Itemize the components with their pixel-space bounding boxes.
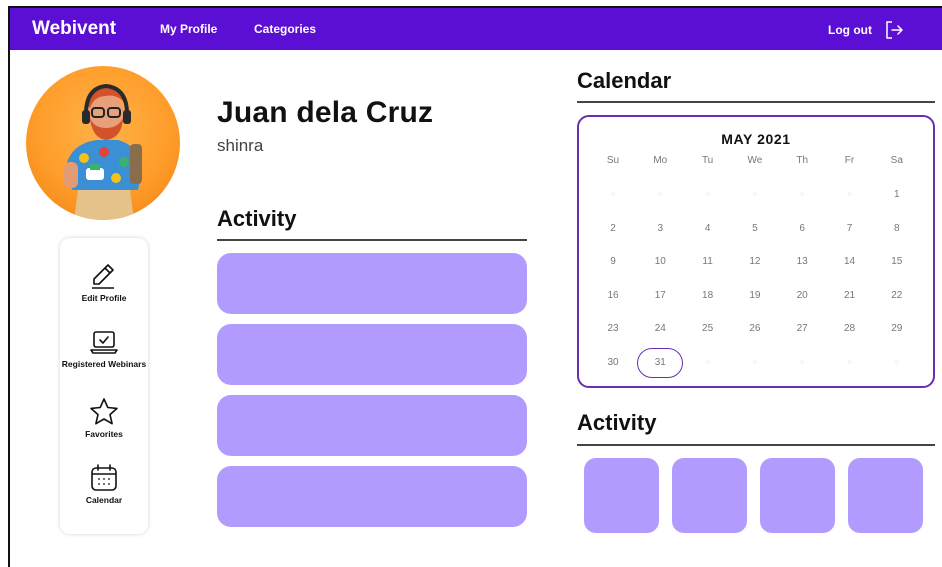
weekday-label: Tu — [701, 155, 714, 166]
calendar-day[interactable]: 14 — [830, 256, 870, 267]
calendar-empty-day: ○ — [752, 358, 757, 366]
sidebar-item-calendar[interactable]: Calendar — [60, 462, 148, 505]
calendar-widget: MAY 2021 Su Mo Tu We Th Fr Sa ○ ○ ○ ○ ○ ○ 1 2 3 4 5 6 7 8 9 10… — [577, 115, 935, 388]
calendar-day[interactable]: 30 — [593, 357, 633, 368]
weekday-label: Th — [796, 155, 809, 166]
calendar-day[interactable]: 22 — [877, 290, 917, 301]
calendar-day[interactable]: 23 — [593, 323, 633, 334]
activity-right-divider — [577, 444, 935, 446]
weekday-label: Sa — [890, 155, 903, 166]
sidebar-item-edit-profile[interactable]: Edit Profile — [60, 260, 148, 303]
calendar-day[interactable]: 13 — [782, 256, 822, 267]
logout-button[interactable]: Log out — [828, 20, 904, 40]
calendar-empty-day: ○ — [705, 191, 710, 198]
calendar-day[interactable]: 15 — [877, 256, 917, 267]
activity-item[interactable] — [217, 324, 527, 385]
nav-my-profile[interactable]: My Profile — [160, 22, 217, 36]
calendar-day[interactable]: 4 — [688, 223, 728, 234]
calendar-empty-day: ○ — [847, 191, 852, 198]
calendar-day[interactable]: 5 — [735, 223, 775, 234]
activity-title-right: Activity — [577, 410, 657, 435]
calendar-day[interactable]: 28 — [830, 323, 870, 334]
calendar-divider — [577, 101, 935, 103]
calendar-title: Calendar — [577, 68, 672, 93]
calendar-day[interactable]: 9 — [593, 256, 633, 267]
weekday-label: We — [747, 155, 763, 166]
calendar-day[interactable]: 16 — [593, 290, 633, 301]
calendar-day[interactable]: 17 — [640, 290, 680, 301]
calendar-empty-day: ○ — [658, 191, 663, 198]
profile-username: shinra — [217, 136, 264, 155]
activity-tile[interactable] — [672, 458, 747, 533]
logout-label: Log out — [828, 23, 872, 37]
calendar-day[interactable]: 7 — [830, 223, 870, 234]
calendar-empty-day: ○ — [894, 358, 899, 366]
side-menu: Edit Profile Registered Webinars Favorit… — [60, 238, 148, 534]
calendar-day[interactable]: 8 — [877, 223, 917, 234]
calendar-day[interactable]: 19 — [735, 290, 775, 301]
sidebar-item-label: Edit Profile — [81, 293, 127, 303]
activity-divider — [217, 239, 527, 241]
sidebar-item-favorites[interactable]: Favorites — [60, 396, 148, 439]
calendar-day[interactable]: 31 — [640, 357, 680, 368]
nav-categories[interactable]: Categories — [254, 22, 316, 36]
calendar-day[interactable]: 12 — [735, 256, 775, 267]
weekday-label: Fr — [844, 155, 855, 166]
laptop-check-icon — [90, 331, 118, 354]
weekday-label: Mo — [653, 155, 668, 166]
calendar-month: MAY 2021 — [721, 131, 791, 147]
activity-item[interactable] — [217, 395, 527, 456]
sidebar-item-label: Calendar — [85, 495, 123, 505]
activity-item[interactable] — [217, 253, 527, 314]
calendar-day[interactable]: 24 — [640, 323, 680, 334]
calendar-day[interactable]: 3 — [640, 223, 680, 234]
sidebar-item-label: Favorites — [85, 429, 123, 439]
activity-item[interactable] — [217, 466, 527, 527]
activity-tile[interactable] — [760, 458, 835, 533]
calendar-day[interactable]: 27 — [782, 323, 822, 334]
calendar-day[interactable]: 1 — [877, 189, 917, 200]
calendar-icon — [91, 464, 117, 491]
calendar-day[interactable]: 11 — [688, 256, 728, 267]
calendar-day[interactable]: 10 — [640, 256, 680, 267]
pencil-icon — [92, 264, 114, 289]
calendar-day[interactable]: 29 — [877, 323, 917, 334]
logout-icon — [886, 21, 903, 39]
calendar-day[interactable]: 26 — [735, 323, 775, 334]
top-navbar: Webivent My Profile Categories Log out — [10, 8, 942, 50]
calendar-empty-day: ○ — [610, 191, 616, 198]
activity-tile[interactable] — [584, 458, 659, 533]
calendar-empty-day: ○ — [752, 191, 757, 198]
calendar-empty-day: ○ — [800, 358, 805, 366]
weekday-label: Su — [606, 155, 620, 166]
calendar-empty-day: ○ — [800, 191, 805, 198]
brand-logo[interactable]: Webivent — [32, 18, 116, 40]
calendar-empty-day: ○ — [705, 358, 710, 366]
app-window: Webivent My Profile Categories Log out E… — [8, 6, 942, 567]
calendar-day[interactable]: 18 — [688, 290, 728, 301]
calendar-day[interactable]: 21 — [830, 290, 870, 301]
calendar-day[interactable]: 25 — [688, 323, 728, 334]
activity-title: Activity — [217, 206, 297, 231]
calendar-empty-day: ○ — [847, 358, 852, 366]
calendar-day[interactable]: 20 — [782, 290, 822, 301]
avatar-illustration — [64, 83, 142, 220]
avatar — [26, 66, 180, 220]
activity-tile[interactable] — [848, 458, 923, 533]
star-icon — [90, 398, 118, 425]
calendar-day[interactable]: 2 — [593, 223, 633, 234]
sidebar-item-label: Registered Webinars — [61, 359, 147, 369]
profile-name: Juan dela Cruz — [217, 96, 434, 129]
calendar-day[interactable]: 6 — [782, 223, 822, 234]
sidebar-item-registered-webinars[interactable]: Registered Webinars — [60, 326, 148, 369]
